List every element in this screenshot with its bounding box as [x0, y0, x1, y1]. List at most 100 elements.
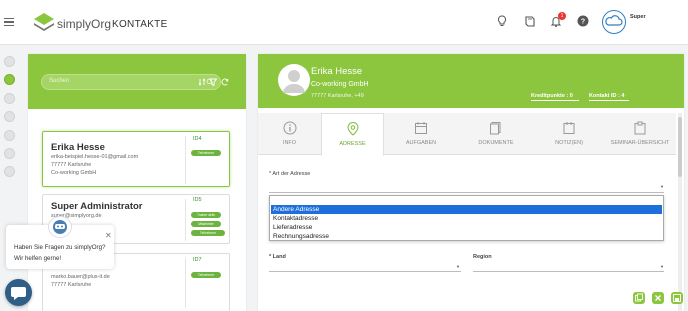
country-select[interactable] — [269, 271, 461, 272]
tab-aufgaben[interactable]: AUFGABEN — [384, 113, 458, 155]
contact-id: ID5 — [193, 197, 202, 203]
user-name[interactable]: Super — [630, 14, 646, 20]
country-label: * Land — [269, 254, 286, 260]
contact-email: erika-beispiel.hesse-01@gmail.com — [51, 154, 139, 160]
contact-card-erika-hesse[interactable]: Erika Hesse erika-beispiel.hesse-01@gmai… — [42, 131, 230, 187]
contact-id-underline — [589, 100, 629, 101]
tab-adresse[interactable]: ADRESSE — [321, 113, 384, 156]
option-kontaktadresse[interactable]: Kontaktadresse — [271, 214, 662, 223]
refresh-icon[interactable] — [221, 78, 229, 86]
contact-detail-panel: Erika Hesse Co-working GmbH 77777 Karlsr… — [258, 54, 684, 311]
contact-city: 77777 Karlsruhe — [51, 282, 92, 288]
info-icon — [283, 121, 296, 135]
chatbot-avatar — [48, 216, 72, 238]
tab-seminar-uebersicht[interactable]: SEMINAR-ÜBERSICHT — [604, 113, 676, 155]
user-avatar[interactable] — [602, 10, 626, 34]
sidebar-contacts-icon[interactable] — [4, 74, 15, 85]
close-icon[interactable]: ✕ — [105, 231, 112, 240]
tab-notizen-label: NOTIZ(EN) — [555, 140, 583, 146]
tab-seminar-uebersicht-label: SEMINAR-ÜBERSICHT — [610, 140, 670, 146]
contact-company: Co-working GmbH — [51, 170, 97, 176]
search-input[interactable]: Suchen — [41, 74, 221, 90]
brand-name: simplyOrg — [57, 17, 112, 31]
contact-name: Erika Hesse — [51, 142, 105, 153]
chevron-down-icon[interactable]: ▼ — [660, 264, 664, 269]
tab-dokumente-label: DOKUMENTE — [478, 140, 514, 146]
simplyorg-logo — [34, 13, 54, 31]
tab-dokumente[interactable]: DOKUMENTE — [458, 113, 534, 155]
address-type-label: * Art der Adresse — [269, 171, 311, 177]
address-type-select[interactable] — [269, 192, 664, 193]
contact-name: Super Administrator — [51, 201, 143, 212]
delete-button[interactable] — [652, 292, 664, 304]
sort-icon[interactable] — [198, 78, 206, 86]
tab-info[interactable]: INFO — [258, 113, 321, 155]
option-rechnungsadresse[interactable]: Rechnungsadresse — [271, 232, 662, 241]
copy-icon — [635, 293, 643, 302]
contact-avatar — [278, 64, 310, 96]
sidebar-plus-icon[interactable] — [4, 130, 15, 141]
tab-adresse-label: ADRESSE — [339, 141, 366, 147]
save-icon — [673, 294, 681, 302]
documents-icon — [490, 122, 501, 135]
book-icon[interactable] — [523, 14, 537, 28]
cloud-icon — [605, 15, 623, 26]
detail-address: 77777 Karlsruhe, +49 — [311, 93, 364, 99]
notes-icon — [563, 122, 575, 134]
detail-name: Erika Hesse — [311, 66, 363, 77]
person-icon — [283, 70, 305, 93]
top-bar: simplyOrg KONTAKTE 1 ? Super — [0, 0, 688, 45]
calendar-icon — [415, 122, 427, 134]
chat-icon — [11, 287, 26, 300]
contact-id-label: Kontakt ID : 4 — [589, 93, 625, 99]
contact-city: 77777 Karlsruhe — [51, 162, 92, 168]
sidebar-settings-icon[interactable] — [4, 166, 15, 177]
chat-button[interactable] — [5, 279, 32, 306]
filter-icon[interactable] — [209, 78, 217, 86]
tag-trainer-aktiv: Trainer aktiv — [191, 212, 221, 218]
tab-notizen[interactable]: NOTIZ(EN) — [534, 113, 604, 155]
tag-mitarbeiter: Mitarbeiter — [191, 221, 221, 227]
left-sidebar — [0, 45, 18, 311]
contact-email: marko.bauer@plus-it.de — [51, 274, 110, 280]
detail-tabs: INFO ADRESSE AUFGABEN DOKUMENTE NOTIZ(EN… — [258, 113, 676, 156]
lightbulb-icon[interactable] — [495, 14, 509, 28]
tag-teilnehmer: Teilnehmer — [191, 150, 221, 156]
map-pin-icon — [346, 122, 359, 136]
copy-button[interactable] — [633, 292, 645, 304]
detail-header: Erika Hesse Co-working GmbH 77777 Karlsr… — [258, 54, 684, 108]
search-placeholder: Suchen — [49, 78, 70, 84]
tab-aufgaben-label: AUFGABEN — [405, 140, 437, 146]
contact-list-header: Suchen — [28, 54, 246, 109]
sidebar-buildings-icon[interactable] — [4, 93, 15, 104]
option-lieferadresse[interactable]: Lieferadresse — [271, 223, 662, 232]
notification-badge: 1 — [558, 12, 566, 20]
robot-icon — [53, 220, 67, 234]
scrollbar-thumb[interactable] — [678, 117, 682, 177]
detail-scrollbar[interactable] — [678, 113, 682, 311]
region-select[interactable] — [473, 271, 664, 272]
credit-points-underline — [531, 100, 579, 101]
contact-id: ID7 — [193, 257, 202, 263]
sidebar-chart-icon[interactable] — [4, 148, 15, 159]
option-andere-adresse[interactable]: Andere Adresse — [271, 205, 662, 214]
contact-list-panel: Suchen Erika Hesse erika-beispiel.hesse-… — [28, 54, 246, 311]
tag-teilnehmer: Teilnehmer — [191, 272, 221, 278]
contact-divider — [185, 136, 186, 184]
menu-icon[interactable] — [4, 18, 14, 26]
contact-divider — [185, 199, 186, 241]
tab-info-label: INFO — [282, 140, 297, 146]
chevron-down-icon[interactable]: ▼ — [660, 184, 664, 189]
credit-points: Kreditpunkte : 0 — [531, 93, 573, 99]
chevron-down-icon[interactable]: ▼ — [456, 264, 460, 269]
svg-text:?: ? — [581, 19, 585, 26]
sidebar-home-icon[interactable] — [4, 56, 15, 67]
save-button[interactable] — [671, 292, 683, 304]
tag-teilnehmer: Teilnehmer — [191, 230, 225, 236]
help-icon[interactable]: ? — [576, 14, 590, 28]
region-label: Region — [473, 254, 492, 260]
address-type-dropdown: Andere Adresse Kontaktadresse Lieferadre… — [269, 195, 664, 241]
sidebar-calendar-icon[interactable] — [4, 111, 15, 122]
chat-message: Haben Sie Fragen zu simplyOrg? Wir helfe… — [14, 244, 106, 262]
clipboard-icon — [634, 121, 646, 135]
